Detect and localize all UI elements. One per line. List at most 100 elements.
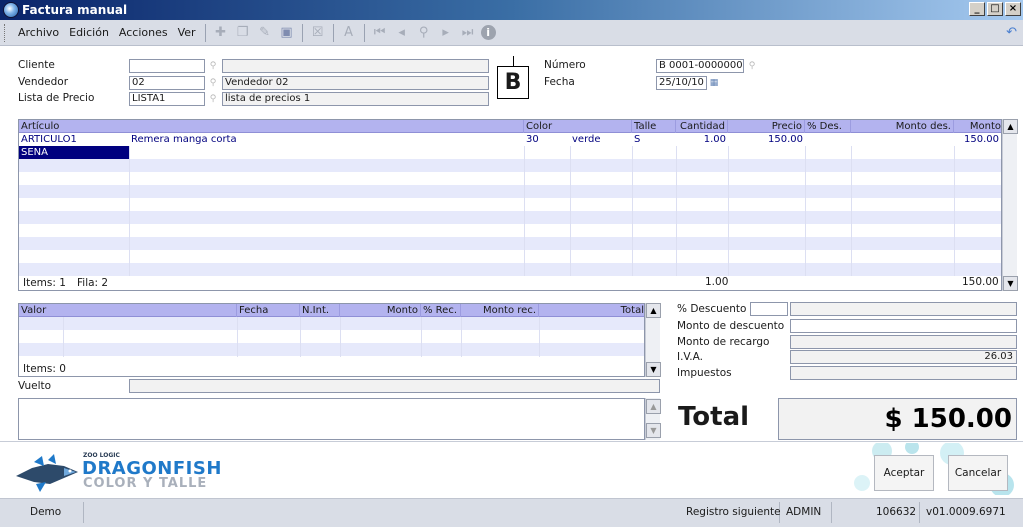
table-row[interactable] xyxy=(19,185,1001,198)
last-record-icon[interactable]: ⏭ xyxy=(459,24,477,42)
grid-line xyxy=(728,146,729,276)
observaciones-textarea[interactable] xyxy=(18,398,645,440)
col-valor[interactable]: Valor xyxy=(19,304,237,317)
cell-color-name[interactable]: verde xyxy=(570,133,632,146)
col-monto-pago[interactable]: Monto xyxy=(340,304,421,317)
col-desc-pct[interactable]: % Des. xyxy=(805,120,851,133)
save-icon[interactable]: ▣ xyxy=(278,24,296,42)
col-monto-des[interactable]: Monto des. xyxy=(851,120,954,133)
vendedor-code-field[interactable]: 02 xyxy=(129,76,205,90)
grid-line xyxy=(805,146,806,276)
aceptar-button[interactable]: Aceptar xyxy=(874,455,934,491)
col-cantidad[interactable]: Cantidad xyxy=(676,120,728,133)
dragonfish-logo-icon xyxy=(16,454,78,492)
col-talle[interactable]: Talle xyxy=(632,120,676,133)
monto-recargo-label: Monto de recargo xyxy=(677,336,770,348)
monto-descuento-label: Monto de descuento xyxy=(677,320,785,332)
table-row[interactable] xyxy=(19,159,1001,172)
cancelar-button[interactable]: Cancelar xyxy=(948,455,1008,491)
grid-line xyxy=(539,317,540,357)
numero-field[interactable]: B 0001-00000003 xyxy=(656,59,744,73)
col-monto[interactable]: Monto xyxy=(954,120,1001,133)
col-total[interactable]: Total xyxy=(539,304,644,317)
close-button[interactable]: × xyxy=(1005,2,1021,16)
scroll-down-button[interactable]: ▼ xyxy=(1003,276,1018,291)
scroll-down-button[interactable]: ▼ xyxy=(646,423,661,438)
cliente-lookup-icon[interactable]: ⚲ xyxy=(206,59,220,73)
col-precio[interactable]: Precio xyxy=(728,120,805,133)
previous-record-icon[interactable]: ◂ xyxy=(393,24,411,42)
table-row[interactable] xyxy=(19,198,1001,211)
col-monto-rec[interactable]: Monto rec. xyxy=(461,304,539,317)
cell-codigo-selected[interactable]: SENA xyxy=(19,146,129,159)
cell-color-code[interactable]: 30 xyxy=(524,133,570,146)
cell-monto-des[interactable] xyxy=(851,133,954,146)
next-record-icon[interactable]: ▸ xyxy=(437,24,455,42)
menu-acciones[interactable]: Acciones xyxy=(114,26,173,39)
search-icon[interactable]: ⚲ xyxy=(415,24,433,42)
observaciones-scrollbar[interactable]: ▲ ▼ xyxy=(645,398,661,440)
fecha-field[interactable]: 25/10/10 xyxy=(656,76,707,90)
table-row[interactable] xyxy=(19,172,1001,185)
first-record-icon[interactable]: ⏮ xyxy=(371,24,389,42)
table-row[interactable] xyxy=(19,263,1001,276)
cell-cantidad[interactable]: 1.00 xyxy=(676,133,728,146)
grid-line xyxy=(237,317,238,357)
cell-codigo[interactable]: ARTICULO1 xyxy=(19,133,129,146)
payments-items-count: Items: 0 xyxy=(23,363,66,375)
cell-descripcion[interactable]: Remera manga corta xyxy=(129,133,524,146)
col-fecha[interactable]: Fecha xyxy=(237,304,300,317)
table-row[interactable] xyxy=(19,211,1001,224)
col-articulo[interactable]: Artículo xyxy=(19,120,524,133)
cell-precio[interactable]: 150.00 xyxy=(728,133,805,146)
font-icon[interactable]: A xyxy=(340,24,358,42)
table-row[interactable] xyxy=(19,343,644,356)
scroll-up-button[interactable]: ▲ xyxy=(1003,119,1018,134)
minimize-button[interactable]: _ xyxy=(969,2,985,16)
scroll-up-button[interactable]: ▲ xyxy=(646,399,661,414)
lista-precio-lookup-icon[interactable]: ⚲ xyxy=(206,92,220,106)
menu-ver[interactable]: Ver xyxy=(173,26,201,39)
table-row[interactable]: ARTICULO1 Remera manga corta 30 verde S … xyxy=(19,133,1001,146)
menu-edicion[interactable]: Edición xyxy=(64,26,114,39)
cliente-code-field[interactable] xyxy=(129,59,205,73)
undo-icon[interactable]: ↶ xyxy=(1006,25,1017,40)
cell-monto[interactable]: 150.00 xyxy=(954,133,1001,146)
fecha-label: Fecha xyxy=(544,76,575,88)
maximize-button[interactable]: □ xyxy=(987,2,1003,16)
menu-archivo[interactable]: Archivo xyxy=(13,26,64,39)
vendedor-name-field: Vendedor 02 xyxy=(222,76,489,90)
cell-desc[interactable] xyxy=(805,133,851,146)
lista-precio-code-field[interactable]: LISTA1 xyxy=(129,92,205,106)
table-row[interactable] xyxy=(19,224,1001,237)
scroll-down-button[interactable]: ▼ xyxy=(646,362,661,377)
toolbar-grip xyxy=(4,23,7,42)
col-rec-pct[interactable]: % Rec. xyxy=(421,304,461,317)
payments-scrollbar[interactable]: ▲ ▼ xyxy=(645,303,661,377)
edit-icon[interactable]: ✎ xyxy=(256,24,274,42)
vendedor-lookup-icon[interactable]: ⚲ xyxy=(206,76,220,90)
cell-talle[interactable]: S xyxy=(632,133,676,146)
table-row[interactable] xyxy=(19,317,644,330)
col-color[interactable]: Color xyxy=(524,120,632,133)
table-row[interactable] xyxy=(19,237,1001,250)
col-n-int[interactable]: N.Int. xyxy=(300,304,340,317)
table-row[interactable]: SENA xyxy=(19,146,1001,159)
status-id: 106632 xyxy=(870,502,920,523)
table-row[interactable] xyxy=(19,250,1001,263)
descuento-pct-field[interactable] xyxy=(750,302,788,316)
grid-line xyxy=(851,146,852,276)
total-value: $ 150.00 xyxy=(778,398,1017,440)
table-row[interactable] xyxy=(19,330,644,343)
status-user: ADMIN xyxy=(780,502,832,523)
numero-lookup-icon[interactable]: ⚲ xyxy=(745,59,759,73)
calendar-icon[interactable]: ▦ xyxy=(707,76,721,90)
info-icon[interactable]: i xyxy=(480,25,496,40)
new-icon[interactable]: ✚ xyxy=(212,24,230,42)
copy-icon[interactable]: ❐ xyxy=(234,24,252,42)
vendedor-label: Vendedor xyxy=(18,76,69,88)
articles-scrollbar[interactable]: ▲ ▼ xyxy=(1002,119,1018,291)
scroll-up-button[interactable]: ▲ xyxy=(646,303,661,318)
delete-icon[interactable]: ☒ xyxy=(309,24,327,42)
monto-descuento-field[interactable] xyxy=(790,319,1017,333)
